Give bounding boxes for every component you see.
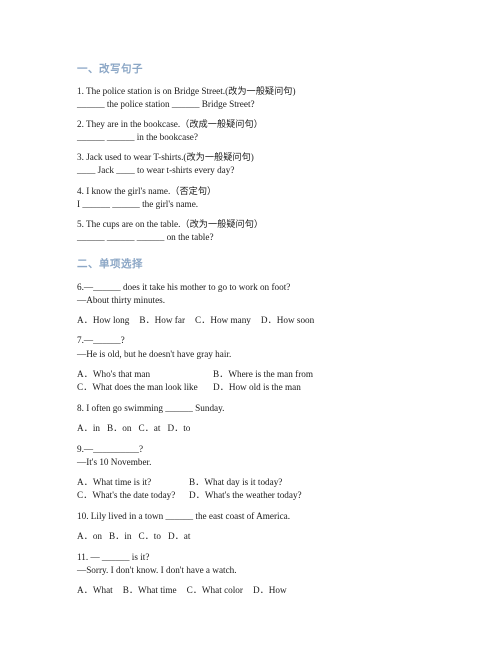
question-answer-blank: ______ ______ ______ on the table? (77, 231, 214, 242)
option-d[interactable]: D．at (168, 531, 190, 541)
option-row: A．What time is it? B．What day is it today… (77, 476, 427, 490)
option-a[interactable]: A．How long (77, 315, 129, 325)
question-item: 2. They are in the bookcase.（改成一般疑问句） __… (77, 118, 427, 144)
option-list: A．What B．What time C．What color D．How (77, 584, 427, 597)
option-row: C．What does the man look like D．How old i… (77, 381, 427, 395)
option-b[interactable]: B．Where is the man from (213, 368, 349, 382)
option-b[interactable]: B．in (109, 531, 131, 541)
question-reply: —It's 10 November. (77, 456, 152, 467)
question-stem: 9.—__________? (77, 443, 144, 454)
question-answer-blank: ______ ______ in the bookcase? (77, 132, 198, 143)
question-reply: —About thirty minutes. (77, 295, 166, 306)
question-reply: —He is old, but he doesn't have gray hai… (77, 348, 232, 359)
option-c[interactable]: C．to (138, 531, 160, 541)
question-item: 4. I know the girl's name.（否定句） I ______… (77, 185, 427, 211)
option-list: A．What time is it? B．What day is it today… (77, 476, 427, 504)
option-d[interactable]: D．How soon (261, 315, 314, 325)
option-d[interactable]: D．to (167, 423, 190, 433)
option-c[interactable]: C．What does the man look like (77, 381, 213, 395)
option-list: A．on B．in C．to D．at (77, 530, 427, 543)
section-heading-one: 一、改写句子 (77, 63, 143, 75)
document-content: 一、改写句子 1. The police station is on Bridg… (77, 62, 427, 604)
option-b[interactable]: B．What time (123, 585, 177, 595)
question-prompt: 4. I know the girl's name.（否定句） (77, 185, 217, 196)
option-a[interactable]: A．on (77, 531, 102, 541)
option-b[interactable]: B．What day is it today? (189, 476, 301, 490)
option-d[interactable]: D．How (253, 585, 287, 595)
option-list: A．in B．on C．at D．to (77, 422, 427, 435)
question-stem: 11. — ______ is it? (77, 551, 150, 562)
option-row: A．Who's that man B．Where is the man from (77, 368, 427, 382)
question-prompt: 2. They are in the bookcase.（改成一般疑问句） (77, 119, 263, 130)
option-a[interactable]: A．in (77, 423, 100, 433)
worksheet-page: 一、改写句子 1. The police station is on Bridg… (0, 0, 502, 649)
question-item: 10. Lily lived in a town ______ the east… (77, 510, 427, 523)
question-stem: 8. I often go swimming ______ Sunday. (77, 403, 225, 414)
question-item: 1. The police station is on Bridge Stree… (77, 85, 427, 111)
question-stem: 7.—______? (77, 335, 125, 346)
option-row: C．What's the date today? D．What's the wea… (77, 489, 427, 503)
option-c[interactable]: C．at (138, 423, 160, 433)
question-stem: 6.—______ does it take his mother to go … (77, 281, 291, 292)
option-list: A．Who's that man B．Where is the man from … (77, 368, 427, 396)
question-prompt: 3. Jack used to wear T-shirts.(改为一般疑问句) (77, 152, 254, 163)
question-prompt: 1. The police station is on Bridge Stree… (77, 86, 296, 97)
section-heading-two: 二、单项选择 (77, 257, 143, 270)
option-d[interactable]: D．How old is the man (213, 381, 349, 395)
option-c[interactable]: C．What color (187, 585, 243, 595)
question-item: 8. I often go swimming ______ Sunday. (77, 402, 427, 415)
option-a[interactable]: A．Who's that man (77, 368, 213, 382)
question-item: 7.—______? —He is old, but he doesn't ha… (77, 334, 427, 360)
question-answer-blank: I ______ ______ the girl's name. (77, 198, 199, 209)
question-answer-blank: ____ Jack ____ to wear t-shirts every da… (77, 165, 235, 176)
question-stem: 10. Lily lived in a town ______ the east… (77, 511, 291, 522)
option-a[interactable]: A．What (77, 585, 113, 595)
option-b[interactable]: B．on (107, 423, 132, 433)
option-c[interactable]: C．What's the date today? (77, 489, 189, 503)
question-answer-blank: ______ the police station ______ Bridge … (77, 99, 255, 110)
question-item: 11. — ______ is it? —Sorry. I don't know… (77, 551, 427, 577)
option-list: A．How long B．How far C．How many D．How soon (77, 314, 427, 327)
option-d[interactable]: D．What's the weather today? (189, 489, 302, 503)
question-item: 9.—__________? —It's 10 November. (77, 443, 427, 469)
option-b[interactable]: B．How far (139, 315, 185, 325)
question-item: 5. The cups are on the table.（改为一般疑问句） _… (77, 218, 427, 244)
question-prompt: 5. The cups are on the table.（改为一般疑问句） (77, 218, 264, 229)
question-item: 6.—______ does it take his mother to go … (77, 281, 427, 307)
question-item: 3. Jack used to wear T-shirts.(改为一般疑问句) … (77, 151, 427, 177)
option-c[interactable]: C．How many (195, 315, 251, 325)
option-a[interactable]: A．What time is it? (77, 476, 189, 490)
question-reply: —Sorry. I don't know. I don't have a wat… (77, 564, 237, 575)
